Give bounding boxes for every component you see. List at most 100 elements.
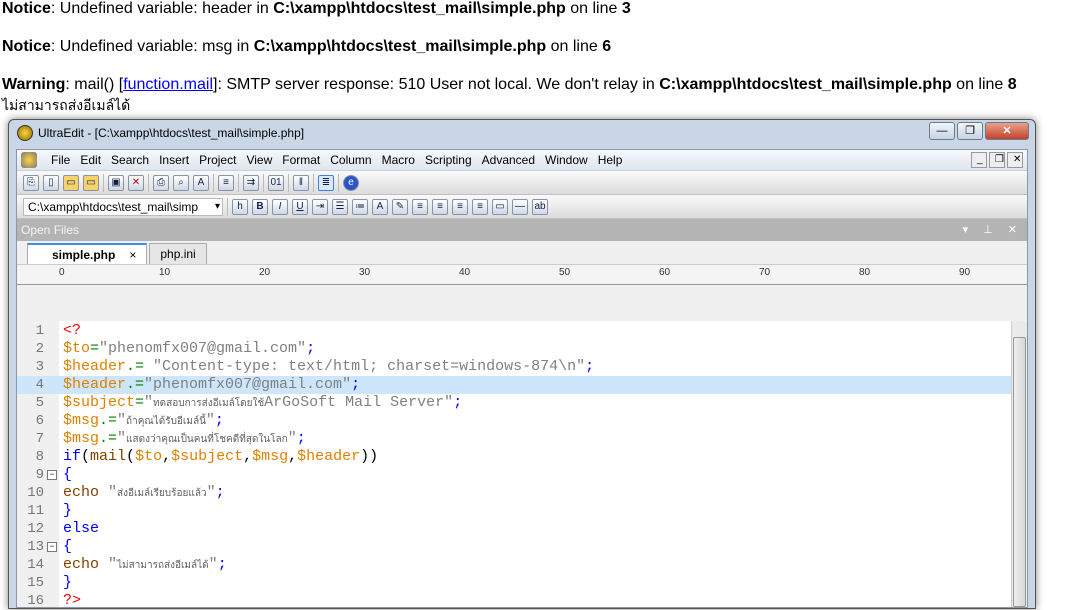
italic-icon[interactable]: I <box>272 198 288 215</box>
code-line[interactable]: 7 $msg.="แสดงว่าคุณเป็นคนที่โชคดีที่สุดใน… <box>17 430 1011 448</box>
close-button[interactable]: ✕ <box>985 122 1029 140</box>
close-tab-icon[interactable]: × <box>129 248 136 262</box>
fold-toggle-icon[interactable]: − <box>47 542 57 552</box>
mdi-restore-button[interactable]: ❐ <box>989 152 1005 168</box>
code-editor[interactable]: 1 <? 2 $to="phenomfx007@gmail.com"; 3 $header… <box>17 321 1027 610</box>
highlight-icon[interactable]: ✎ <box>392 198 408 215</box>
code-token: $msg <box>63 412 100 429</box>
code-line[interactable]: 13−{ <box>17 538 1011 556</box>
align-justify-icon[interactable]: ≡ <box>472 198 488 215</box>
align-right-icon[interactable]: ≡ <box>452 198 468 215</box>
indent-icon[interactable]: ⇥ <box>312 198 328 215</box>
code-line[interactable]: 15} <box>17 574 1011 592</box>
menu-window[interactable]: Window <box>540 153 593 167</box>
file-path-dropdown[interactable]: C:\xampp\htdocs\test_mail\simp <box>23 197 223 216</box>
line-numbers-icon[interactable]: ≣ <box>318 174 334 191</box>
line-number: 13 <box>27 539 44 555</box>
menu-view[interactable]: View <box>241 153 277 167</box>
menu-column[interactable]: Column <box>325 153 376 167</box>
mdi-close-button[interactable]: ✕ <box>1007 152 1023 168</box>
save-icon[interactable]: ▣ <box>108 174 124 191</box>
code-line[interactable]: 2 $to="phenomfx007@gmail.com"; <box>17 340 1011 358</box>
line-number: 7 <box>35 431 44 447</box>
textfield-icon[interactable]: ab <box>532 198 548 215</box>
code-token: echo <box>63 484 109 501</box>
align-left-icon[interactable]: ≡ <box>412 198 428 215</box>
new-file-icon[interactable]: ▯ <box>43 174 59 191</box>
code-line[interactable]: 14 echo "ไม่สามารถส่งอีเมล์ได้"; <box>17 556 1011 574</box>
document-list-icon[interactable]: ≡ <box>218 174 234 191</box>
menu-project[interactable]: Project <box>194 153 241 167</box>
form-icon[interactable]: ▭ <box>492 198 508 215</box>
minimize-button[interactable]: — <box>929 122 955 140</box>
menu-format[interactable]: Format <box>277 153 325 167</box>
web-browser-icon[interactable]: e <box>343 174 359 191</box>
menu-macro[interactable]: Macro <box>377 153 420 167</box>
document-icon[interactable] <box>21 152 37 168</box>
function-mail-link[interactable]: function.mail <box>123 76 213 93</box>
code-token: , <box>288 448 298 465</box>
code-token: ; <box>453 394 463 411</box>
code-token: ( <box>81 448 91 465</box>
menu-file[interactable]: File <box>46 153 75 167</box>
code-token: $to <box>63 340 91 357</box>
code-line[interactable]: 3 $header.= "Content-type: text/html; cha… <box>17 358 1011 376</box>
align-center-icon[interactable]: ≡ <box>432 198 448 215</box>
ruler-tick-label: 80 <box>859 267 871 278</box>
mdi-minimize-button[interactable]: _ <box>971 152 987 168</box>
code-token: <? <box>63 322 82 339</box>
menu-edit[interactable]: Edit <box>75 153 106 167</box>
code-token: " <box>206 484 216 501</box>
underline-icon[interactable]: U <box>292 198 308 215</box>
maximize-button[interactable]: ❐ <box>957 122 983 140</box>
code-token: ; <box>217 556 227 573</box>
menu-insert[interactable]: Insert <box>154 153 194 167</box>
tab-php-ini[interactable]: php.ini <box>149 243 207 264</box>
code-token: , <box>162 448 172 465</box>
code-line[interactable]: 11} <box>17 502 1011 520</box>
hr-icon[interactable]: — <box>512 198 528 215</box>
word-wrap-icon[interactable]: ⇉ <box>243 174 259 191</box>
code-text: $header.="phenomfx007@gmail.com"; <box>63 376 360 394</box>
code-line[interactable]: 12 else <box>17 520 1011 538</box>
line-number: 16 <box>27 593 44 609</box>
hex-edit-icon[interactable]: 01 <box>268 174 284 191</box>
code-line[interactable]: 4 $header.="phenomfx007@gmail.com"; <box>17 376 1011 394</box>
print-icon[interactable]: ⎙ <box>153 174 169 191</box>
code-token: " <box>108 556 118 573</box>
code-line[interactable]: 8 if(mail($to,$subject,$msg,$header)) <box>17 448 1011 466</box>
code-token: .= <box>99 412 118 429</box>
bold-icon[interactable]: B <box>252 198 268 215</box>
code-token: , <box>243 448 253 465</box>
code-line[interactable]: 6 $msg.="ถ้าคุณได้รับอีเมล์นี้"; <box>17 412 1011 430</box>
menu-advanced[interactable]: Advanced <box>477 153 540 167</box>
scrollbar-thumb[interactable] <box>1013 337 1026 607</box>
project-icon[interactable]: ⎘ <box>23 174 39 191</box>
open-folder-icon[interactable]: ▭ <box>63 174 79 191</box>
code-line[interactable]: 5 $subject="ทดสอบการส่งอีเมล์โดยใช้ArGoSo… <box>17 394 1011 412</box>
open-recent-icon[interactable]: ▭ <box>83 174 99 191</box>
numbered-list-icon[interactable]: ≔ <box>352 198 368 215</box>
menu-scripting[interactable]: Scripting <box>420 153 477 167</box>
code-line[interactable]: 10 echo "ส่งอีเมล์เรียบร้อยแล้ว"; <box>17 484 1011 502</box>
vertical-scrollbar[interactable] <box>1011 321 1027 607</box>
font-color-icon[interactable]: A <box>372 198 388 215</box>
code-token: $msg <box>252 448 289 465</box>
code-token: if <box>63 448 82 465</box>
bullet-list-icon[interactable]: ☰ <box>332 198 348 215</box>
menu-help[interactable]: Help <box>593 153 628 167</box>
tab-simple-php[interactable]: simple.php × <box>27 243 148 264</box>
fold-toggle-icon[interactable]: − <box>47 470 57 480</box>
code-line[interactable]: 16 ?> <box>17 592 1011 610</box>
code-line[interactable]: 1 <? <box>17 322 1011 340</box>
menu-search[interactable]: Search <box>106 153 154 167</box>
spell-check-icon[interactable]: A <box>193 174 209 191</box>
code-token: $msg <box>63 430 100 447</box>
close-file-icon[interactable]: ✕ <box>128 174 144 191</box>
column-mode-icon[interactable]: ‖ <box>293 174 309 191</box>
panel-controls[interactable]: ▾ ⊥ ✕ <box>963 219 1023 241</box>
html-tag-icon[interactable]: h <box>232 198 248 215</box>
php-notice-1: Notice: Undefined variable: header in C:… <box>2 0 631 17</box>
code-line[interactable]: 9−{ <box>17 466 1011 484</box>
print-preview-icon[interactable]: ⌕ <box>173 174 189 191</box>
